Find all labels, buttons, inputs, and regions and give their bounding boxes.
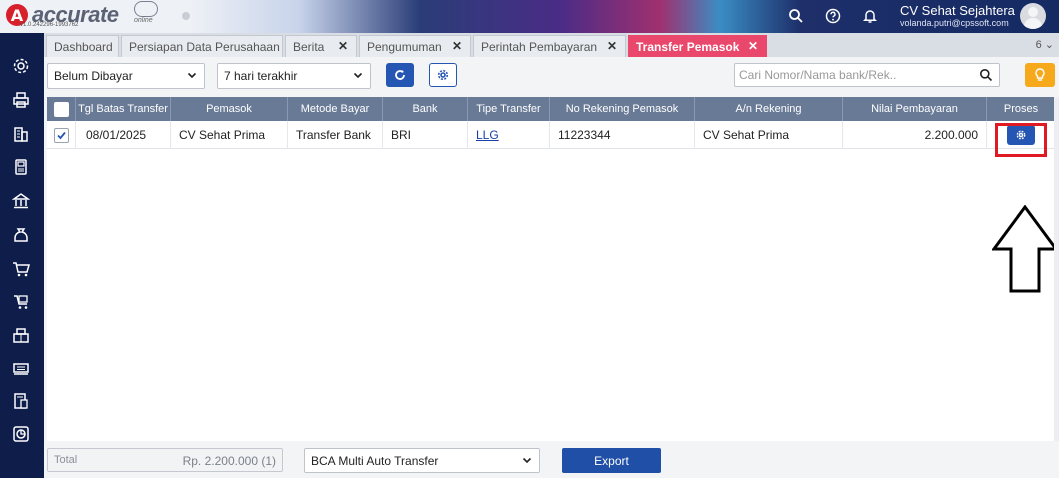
cell-pemasok: CV Sehat Prima: [171, 121, 288, 149]
purchase-icon[interactable]: [9, 290, 33, 314]
sidebar: [0, 33, 44, 478]
refresh-icon: [395, 70, 405, 80]
money-bag-icon[interactable]: [9, 223, 33, 247]
tab-count[interactable]: 6 ⌄: [1036, 38, 1054, 51]
cell-tipe-transfer: LLG: [468, 121, 550, 149]
settings-button[interactable]: [429, 63, 457, 87]
inventory-icon[interactable]: [9, 323, 33, 347]
export-button[interactable]: Export: [562, 448, 661, 473]
avatar[interactable]: [1020, 3, 1046, 29]
cell-nilai-pembayaran: 2.200.000: [843, 121, 987, 149]
column-header[interactable]: Proses: [987, 97, 1055, 121]
table-row[interactable]: 08/01/2025 CV Sehat Prima Transfer Bank …: [47, 121, 1055, 149]
cell-tgl-batas-transfer: 08/01/2025: [76, 121, 171, 149]
tab-label: Persiapan Data Perusahaan: [129, 39, 280, 54]
column-header[interactable]: A/n Rekening: [695, 97, 843, 121]
total-label: Total: [54, 454, 78, 466]
cloud-icon: [134, 1, 158, 17]
company-name: CV Sehat Sejahtera: [900, 3, 1015, 18]
app-version: v1.0.242296-1993762: [20, 22, 79, 28]
tab-label: Perintah Pembayaran: [481, 39, 598, 54]
up-arrow-annotation: [992, 205, 1058, 293]
tips-button[interactable]: [1025, 63, 1055, 87]
cell-bank: BRI: [383, 121, 468, 149]
user-email: volanda.putri@cpssoft.com: [900, 18, 1009, 28]
search-icon[interactable]: [979, 68, 993, 82]
bell-icon[interactable]: [858, 4, 882, 28]
search-icon[interactable]: [784, 4, 808, 28]
help-icon[interactable]: [821, 4, 845, 28]
tab-count-value: 6: [1035, 39, 1042, 51]
chevron-down-icon: [187, 72, 197, 79]
main-content: Belum Dibayar 7 hari terakhir Tgl Batas …: [44, 57, 1059, 478]
report-icon[interactable]: [9, 389, 33, 413]
column-header[interactable]: Bank: [383, 97, 468, 121]
lightbulb-icon: [1035, 68, 1045, 81]
header-icons: [784, 4, 895, 28]
search-field[interactable]: [734, 63, 1000, 87]
status-filter-value: Belum Dibayar: [54, 69, 133, 83]
refresh-button[interactable]: [386, 63, 414, 87]
status-dot: [182, 12, 190, 20]
cart-icon[interactable]: [9, 257, 33, 281]
transfer-table: Tgl Batas Transfer Pemasok Metode Bayar …: [47, 97, 1058, 441]
cell-no-rekening: 11223344: [550, 121, 695, 149]
chart-report-icon[interactable]: [9, 422, 33, 446]
select-all-checkbox[interactable]: [53, 101, 69, 117]
gear-icon: [437, 69, 449, 81]
period-filter-value: 7 hari terakhir: [224, 69, 298, 83]
cash-register-icon[interactable]: [9, 356, 33, 380]
tab-label: Dashboard: [54, 39, 113, 54]
table-scrollbar[interactable]: [1054, 97, 1059, 441]
ledger-icon[interactable]: [9, 155, 33, 179]
total-summary: Total Rp. 2.200.000 (1): [47, 448, 283, 472]
chevron-down-icon: [353, 72, 363, 79]
building-icon[interactable]: [9, 122, 33, 146]
row-checkbox[interactable]: [53, 127, 69, 143]
tab-label: Transfer Pemasok: [636, 39, 740, 54]
close-icon[interactable]: ✕: [607, 39, 617, 53]
tab-label: Berita: [293, 39, 325, 54]
status-filter-select[interactable]: Belum Dibayar: [47, 63, 205, 89]
tipe-transfer-link[interactable]: LLG: [476, 128, 499, 142]
column-header[interactable]: Tipe Transfer: [468, 97, 550, 121]
printer-icon[interactable]: [9, 88, 33, 112]
search-input[interactable]: [735, 64, 970, 86]
tab-pengumuman[interactable]: Pengumuman ✕: [359, 35, 471, 57]
column-header[interactable]: Metode Bayar: [288, 97, 383, 121]
column-header[interactable]: Nilai Pembayaran: [843, 97, 987, 121]
column-header[interactable]: Tgl Batas Transfer: [76, 97, 171, 121]
chevron-down-icon: [522, 457, 532, 464]
check-icon: [56, 131, 66, 139]
close-icon[interactable]: ✕: [748, 39, 758, 53]
column-header[interactable]: No Rekening Pemasok: [550, 97, 695, 121]
select-all-cell: [47, 97, 76, 121]
app-header: A accurate v1.0.242296-1993762 online CV…: [0, 0, 1059, 33]
total-value: Rp. 2.200.000 (1): [182, 454, 276, 468]
bank-icon[interactable]: [9, 189, 33, 213]
column-header[interactable]: Pemasok: [171, 97, 288, 121]
tab-label: Pengumuman: [367, 39, 442, 54]
tab-dashboard[interactable]: Dashboard: [46, 35, 119, 57]
cell-an-rekening: CV Sehat Prima: [695, 121, 843, 149]
period-filter-select[interactable]: 7 hari terakhir: [217, 63, 371, 89]
cell-metode-bayar: Transfer Bank: [288, 121, 383, 149]
close-icon[interactable]: ✕: [452, 39, 462, 53]
table-header: Tgl Batas Transfer Pemasok Metode Bayar …: [47, 97, 1055, 121]
tab-bar: Dashboard Persiapan Data Perusahaan Beri…: [44, 33, 1059, 57]
online-label: online: [134, 17, 153, 24]
settings-icon[interactable]: [9, 54, 33, 78]
tab-berita[interactable]: Berita ✕: [285, 35, 357, 57]
tab-perintah-pembayaran[interactable]: Perintah Pembayaran ✕: [473, 35, 626, 57]
row-select-cell: [47, 121, 76, 149]
user-info[interactable]: CV Sehat Sejahtera volanda.putri@cpssoft…: [900, 3, 1015, 29]
export-format-value: BCA Multi Auto Transfer: [311, 453, 439, 468]
export-format-select[interactable]: BCA Multi Auto Transfer: [304, 448, 540, 473]
proses-highlight-box: [995, 123, 1047, 157]
tab-persiapan-data-perusahaan[interactable]: Persiapan Data Perusahaan: [121, 35, 283, 57]
close-icon[interactable]: ✕: [338, 39, 348, 53]
tab-transfer-pemasok[interactable]: Transfer Pemasok ✕: [628, 35, 767, 57]
